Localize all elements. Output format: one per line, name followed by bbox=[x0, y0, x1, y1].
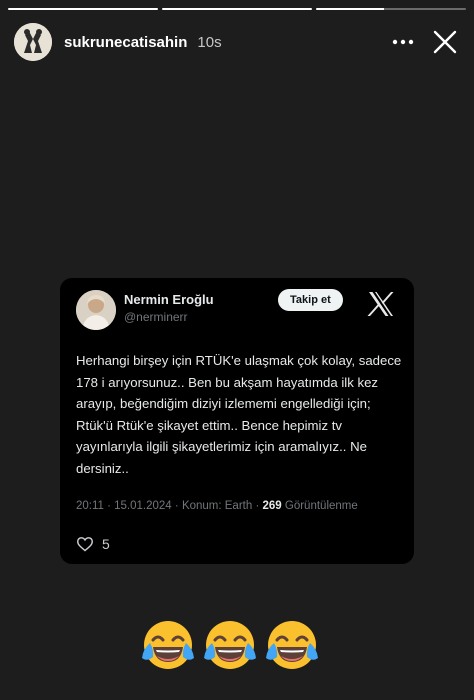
story-timestamp: 10s bbox=[197, 33, 222, 51]
heart-icon bbox=[76, 537, 94, 552]
tweet-views-count: 269 bbox=[262, 500, 282, 512]
story-progress-segment bbox=[316, 8, 466, 10]
more-options-button[interactable] bbox=[388, 27, 418, 57]
face-with-tears-of-joy-icon bbox=[204, 621, 256, 669]
x-logo-icon bbox=[367, 292, 394, 316]
avatar[interactable] bbox=[14, 23, 52, 61]
tweet-location: Konum: Earth bbox=[181, 500, 253, 512]
tweet-author-name: Nermin Eroğlu bbox=[124, 292, 214, 307]
tweet-views-label: Görüntülenme bbox=[284, 500, 358, 512]
emoji-reactions bbox=[139, 616, 321, 674]
like-count: 5 bbox=[102, 536, 110, 552]
face-with-tears-of-joy-icon bbox=[142, 621, 194, 669]
tweet-author-handle: @nerminerr bbox=[124, 310, 188, 324]
close-button[interactable] bbox=[428, 25, 462, 59]
tweet-text: Herhangi birşey için RTÜK'e ulaşmak çok … bbox=[76, 353, 402, 476]
username[interactable]: sukrunecatisahin bbox=[64, 34, 187, 51]
like-button[interactable]: 5 bbox=[76, 536, 110, 552]
tweet-author-avatar bbox=[76, 290, 116, 330]
follow-button[interactable]: Takip et bbox=[278, 289, 343, 311]
story-header: sukrunecatisahin 10s bbox=[14, 22, 462, 62]
face-with-tears-of-joy-icon bbox=[266, 621, 318, 669]
more-horizontal-icon bbox=[392, 39, 414, 45]
story-progress-segment bbox=[8, 8, 158, 10]
story-progress-bars bbox=[8, 8, 466, 10]
tweet-card[interactable]: Nermin Eroğlu @nerminerr Takip et Herhan… bbox=[60, 278, 414, 564]
story-progress-segment bbox=[162, 8, 312, 10]
tweet-metadata: 20:11 · 15.01.2024 · Konum: Earth · 269 … bbox=[76, 500, 358, 512]
tweet-datetime: 20:11 · 15.01.2024 bbox=[76, 500, 172, 512]
close-icon bbox=[433, 30, 457, 54]
